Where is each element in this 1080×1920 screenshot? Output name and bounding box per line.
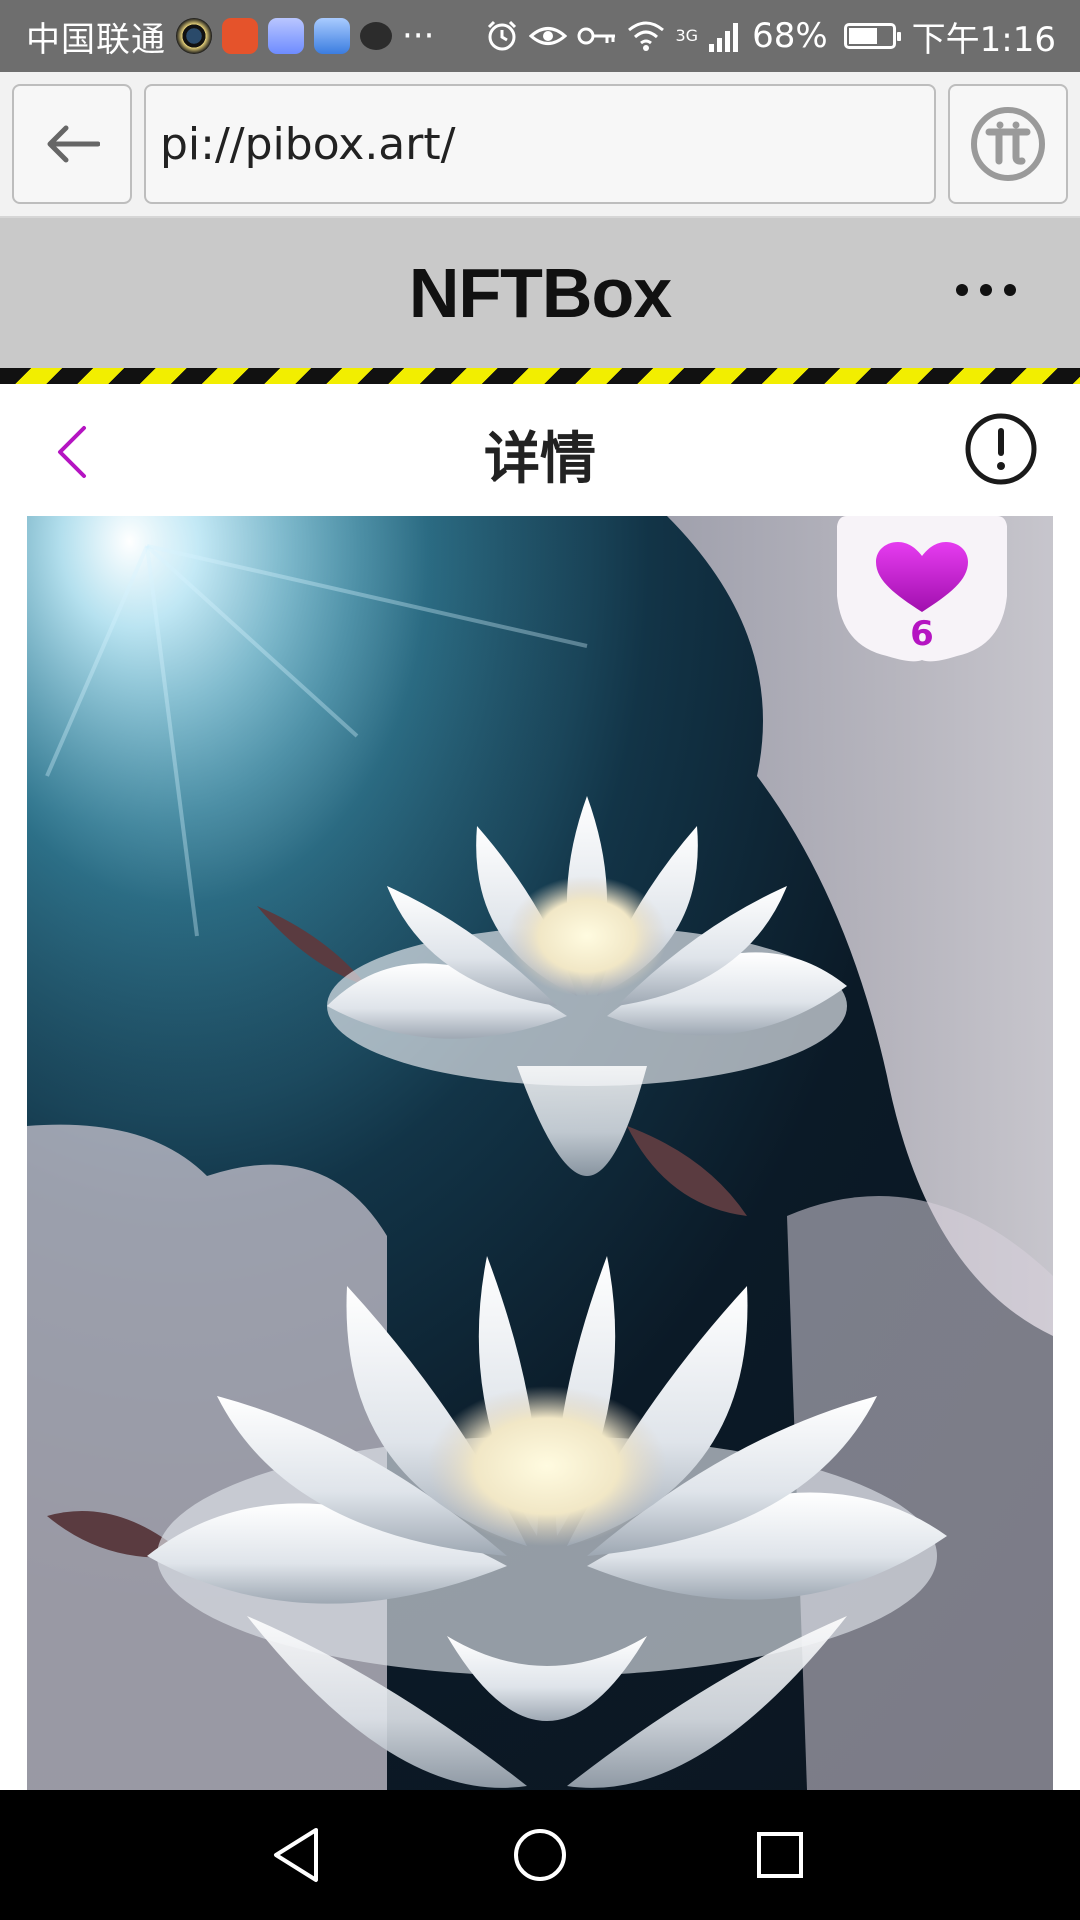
battery-icon (843, 23, 901, 49)
signal-strength-icon (709, 23, 739, 52)
like-count: 6 (910, 614, 934, 654)
wifi-icon (628, 21, 665, 51)
report-info-icon[interactable] (964, 412, 1038, 486)
camera-app-icon (176, 18, 212, 54)
lotus-artwork-illustration (27, 516, 1053, 1790)
page-title: 详情 (484, 427, 596, 492)
alarm-clock-icon (488, 20, 517, 51)
back-triangle-icon[interactable] (264, 1820, 334, 1890)
eye-comfort-icon (529, 27, 568, 45)
home-circle-icon[interactable] (505, 1820, 575, 1890)
browser-toolbar: pi://pibox.art/ (0, 72, 1080, 218)
dot (1004, 284, 1016, 296)
app-title: NFTBox (408, 254, 672, 332)
dot (956, 284, 968, 296)
carrier-name: 中国联通 (26, 19, 166, 60)
hazard-stripe-divider (0, 368, 1080, 384)
browser-back-button[interactable] (12, 84, 132, 204)
status-left: 中国联通 ··· (26, 12, 434, 61)
music-app-icon (268, 18, 304, 54)
pi-logo-icon (971, 107, 1045, 181)
browser-app-icon (314, 18, 350, 54)
network-type-label: 3G (675, 25, 699, 45)
address-bar[interactable]: pi://pibox.art/ (144, 84, 936, 204)
url-text: pi://pibox.art/ (160, 118, 456, 170)
clock-time: 下午1:16 (911, 19, 1056, 60)
nft-artwork-image[interactable]: 6 (27, 516, 1053, 1790)
heart-icon (876, 542, 968, 612)
battery-percent: 68% (752, 16, 828, 56)
dot (980, 284, 992, 296)
battery-level-fill (848, 28, 878, 44)
more-notifications-indicator: ··· (402, 16, 435, 56)
status-bar: 中国联通 ··· 3G 68% 下午1:16 (0, 0, 1080, 72)
vpn-key-icon (577, 27, 616, 45)
app-header: NFTBox (0, 218, 1080, 368)
more-options-icon[interactable] (956, 270, 1016, 310)
status-right: 3G 68% 下午1:16 (485, 12, 1056, 61)
detail-header: 详情 (0, 384, 1080, 516)
system-navigation-bar (0, 1790, 1080, 1920)
community-app-icon (222, 18, 258, 54)
arrow-left-icon (47, 125, 100, 163)
pi-wallet-button[interactable] (948, 84, 1068, 204)
recents-square-icon[interactable] (745, 1820, 815, 1890)
like-button[interactable]: 6 (837, 516, 1007, 664)
chat-bubble-icon (360, 22, 392, 50)
